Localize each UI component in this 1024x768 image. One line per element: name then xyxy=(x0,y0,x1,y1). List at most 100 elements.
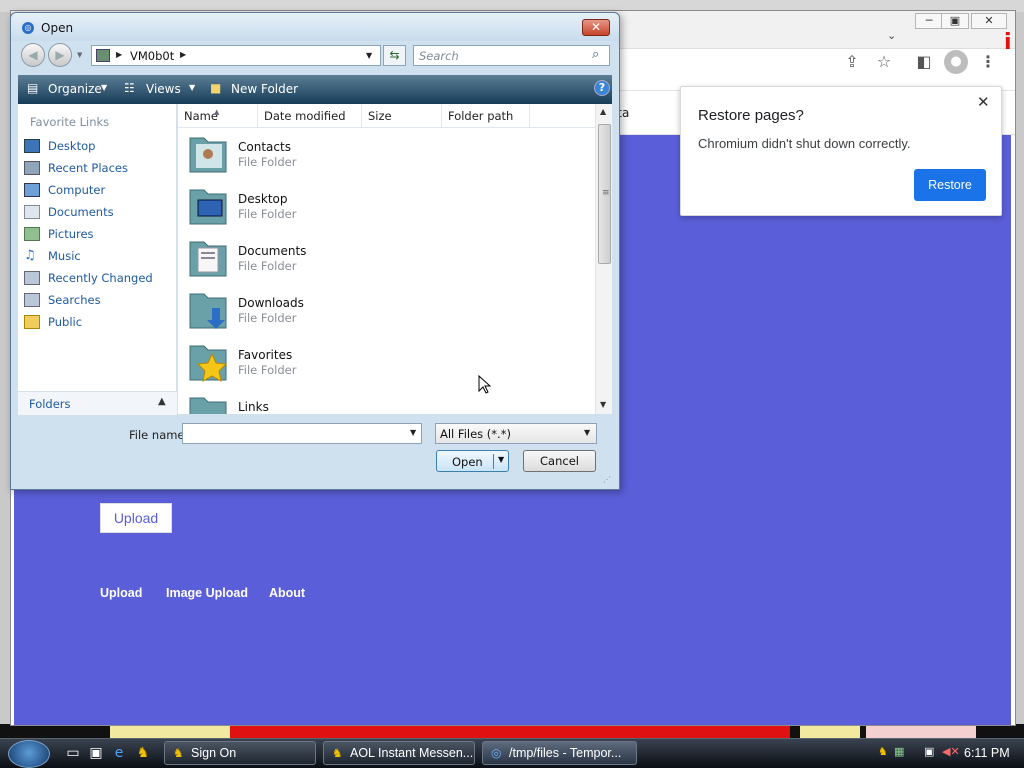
recent-locations-dropdown[interactable]: ▼ xyxy=(77,51,82,59)
taskbar-item-chromium[interactable]: ◎ /tmp/files - Tempor... xyxy=(482,741,637,765)
profile-icon[interactable]: ● xyxy=(944,50,968,74)
nav-item-pictures[interactable]: Pictures xyxy=(24,224,174,244)
upload-button[interactable]: Upload xyxy=(100,503,172,533)
network-status-icon[interactable]: ▦ xyxy=(894,745,908,759)
list-item[interactable]: Favorites File Folder xyxy=(186,338,486,390)
grip-icon: ≡ xyxy=(602,188,610,198)
recently-changed-icon xyxy=(24,271,40,285)
taskbar-item-aim[interactable]: ♞ AOL Instant Messen... xyxy=(323,741,475,765)
breadcrumb-arrow-icon[interactable]: ▶ xyxy=(116,50,122,59)
switch-windows-icon[interactable]: ▣ xyxy=(87,744,105,762)
minimize-button[interactable]: ─ xyxy=(915,13,943,29)
cancel-button[interactable]: Cancel xyxy=(523,450,596,472)
chromium-icon: ◎ xyxy=(491,746,502,760)
close-window-button[interactable]: ✕ xyxy=(971,13,1007,29)
breadcrumb-current[interactable]: VM0b0t xyxy=(130,49,174,63)
nav-item-documents[interactable]: Documents xyxy=(24,202,174,222)
sort-ascending-icon: ▲ xyxy=(214,108,220,116)
internet-explorer-icon[interactable]: e xyxy=(110,744,128,762)
list-item[interactable]: Desktop File Folder xyxy=(186,182,486,234)
chevron-down-icon[interactable]: ▼ xyxy=(101,83,107,92)
scroll-up-icon[interactable]: ▲ xyxy=(600,107,606,116)
chevron-down-icon[interactable]: ▼ xyxy=(189,83,195,92)
nav-item-searches[interactable]: Searches xyxy=(24,290,174,310)
breadcrumb-arrow-icon[interactable]: ▶ xyxy=(180,50,186,59)
file-type-filter[interactable]: All Files (*.*) ▼ xyxy=(435,423,597,444)
show-desktop-icon[interactable]: ▭ xyxy=(64,744,82,762)
close-icon[interactable]: ✕ xyxy=(977,93,990,111)
vertical-scrollbar[interactable]: ▲ ≡ ▼ xyxy=(595,104,612,414)
column-header-size[interactable]: Size xyxy=(362,104,442,128)
list-item[interactable]: Contacts File Folder xyxy=(186,130,486,182)
footer-link-about[interactable]: About xyxy=(269,586,305,600)
search-icon[interactable]: ⌕ xyxy=(592,47,599,62)
views-button[interactable]: Views xyxy=(146,82,181,96)
column-header-folder-path[interactable]: Folder path xyxy=(442,104,530,128)
nav-item-desktop[interactable]: Desktop xyxy=(24,136,174,156)
tab-search-icon[interactable]: ⌄ xyxy=(887,29,896,42)
menu-icon[interactable]: ⋮ xyxy=(976,50,1000,74)
forward-button[interactable]: ▶ xyxy=(48,43,72,67)
new-folder-icon: ■ xyxy=(210,81,222,95)
nav-item-music[interactable]: ♫ Music xyxy=(24,246,174,266)
chevron-down-icon[interactable]: ▼ xyxy=(498,455,504,464)
help-icon[interactable]: ? xyxy=(594,80,610,96)
restore-button[interactable]: Restore xyxy=(914,169,986,201)
file-name: Links xyxy=(238,400,269,414)
network-icon[interactable]: ▣ xyxy=(924,745,938,759)
address-bar[interactable]: ▶ VM0b0t ▶ ▼ xyxy=(91,45,381,66)
volume-muted-icon[interactable]: ◀✕ xyxy=(942,745,960,759)
file-name-input[interactable]: ▼ xyxy=(182,423,422,444)
new-folder-button[interactable]: New Folder xyxy=(231,82,298,96)
sidepanel-icon[interactable]: ◧ xyxy=(912,50,936,74)
nav-item-label: Public xyxy=(48,315,83,329)
search-input[interactable]: Search ⌕ xyxy=(413,45,610,66)
searches-icon xyxy=(24,293,40,307)
restore-pages-popup: Restore pages? Chromium didn't shut down… xyxy=(680,86,1002,216)
list-item[interactable]: Links xyxy=(186,390,486,414)
views-icon: ☷ xyxy=(124,81,135,95)
nav-item-computer[interactable]: Computer xyxy=(24,180,174,200)
footer-link-upload[interactable]: Upload xyxy=(100,586,142,600)
split-divider xyxy=(493,454,494,469)
desktop-wallpaper-fragment xyxy=(230,726,790,738)
footer-link-image-upload[interactable]: Image Upload xyxy=(166,586,248,600)
chevron-down-icon[interactable]: ▼ xyxy=(366,51,372,60)
maximize-button[interactable]: ▣ xyxy=(941,13,969,29)
column-header-name[interactable]: Name ▲ xyxy=(178,104,258,128)
share-icon[interactable]: ⇪ xyxy=(840,50,864,74)
star-icon[interactable]: ☆ xyxy=(872,50,896,74)
nav-item-recent-places[interactable]: Recent Places xyxy=(24,158,174,178)
favorite-links-header: Favorite Links xyxy=(30,115,110,129)
open-button[interactable]: Open ▼ xyxy=(436,450,509,472)
nav-item-recently-changed[interactable]: Recently Changed xyxy=(24,268,174,288)
aim-tray-icon[interactable]: ♞ xyxy=(878,745,892,759)
folders-toggle[interactable]: Folders ▲ xyxy=(18,391,177,415)
dialog-titlebar[interactable]: ◎ Open ✕ xyxy=(11,13,619,41)
file-type-filter-value: All Files (*.*) xyxy=(440,427,511,441)
chevron-down-icon[interactable]: ▼ xyxy=(584,428,590,437)
list-item[interactable]: Documents File Folder xyxy=(186,234,486,286)
column-header-date-modified[interactable]: Date modified xyxy=(258,104,362,128)
refresh-button[interactable]: ⇆ xyxy=(383,45,406,66)
scrollbar-thumb[interactable]: ≡ xyxy=(598,124,611,264)
nav-item-public[interactable]: Public xyxy=(24,312,174,332)
restore-message: Chromium didn't shut down correctly. xyxy=(698,136,911,151)
resize-grip-icon[interactable]: ⋰ xyxy=(603,475,611,484)
dialog-title: Open xyxy=(41,21,74,35)
folder-location-icon xyxy=(96,49,110,62)
organize-button[interactable]: Organize xyxy=(48,82,102,96)
file-type: File Folder xyxy=(238,363,297,377)
taskbar-item-sign-on[interactable]: ♞ Sign On xyxy=(164,741,316,765)
list-item[interactable]: Downloads File Folder xyxy=(186,286,486,338)
scroll-down-icon[interactable]: ▼ xyxy=(600,400,606,409)
aim-icon[interactable]: ♞ xyxy=(134,744,152,762)
start-button[interactable] xyxy=(8,740,50,768)
dialog-close-button[interactable]: ✕ xyxy=(582,19,610,36)
nav-item-label: Music xyxy=(48,249,81,263)
chevron-up-icon[interactable]: ▲ xyxy=(158,396,166,407)
nav-item-label: Recent Places xyxy=(48,161,128,175)
back-button[interactable]: ◀ xyxy=(21,43,45,67)
chevron-down-icon[interactable]: ▼ xyxy=(410,428,416,437)
clock[interactable]: 6:11 PM xyxy=(964,746,1010,760)
